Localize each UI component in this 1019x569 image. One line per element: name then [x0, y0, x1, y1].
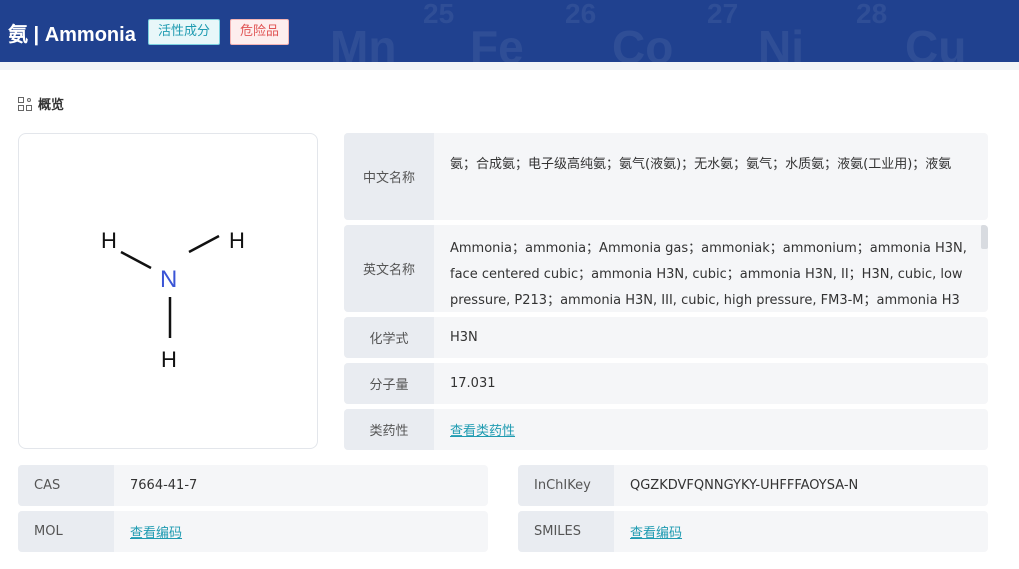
property-row-molecular-weight: 分子量 17.031 — [344, 363, 988, 404]
tag-hazardous[interactable]: 危险品 — [230, 19, 290, 45]
property-value: H3N — [450, 330, 478, 345]
view-druglikeness-link[interactable]: 查看类药性 — [450, 420, 515, 439]
property-label: 分子量 — [344, 363, 434, 404]
bg-element-number: 26 — [565, 0, 597, 29]
bg-element-symbol: Cu — [905, 21, 967, 62]
atom-label: H — [229, 228, 245, 253]
property-value: 17.031 — [450, 376, 496, 391]
property-label: 化学式 — [344, 317, 434, 358]
section-title: 概览 — [18, 94, 64, 113]
overview-card: 概览 H H N H 中文名称 氨；合成氨；电子级高纯氨；氨气(液氨)；无水氨；… — [0, 70, 1019, 569]
identifier-label: MOL — [18, 511, 114, 552]
atom-label: N — [160, 266, 177, 293]
identifier-row-smiles: SMILES 查看编码 — [518, 511, 988, 552]
identifier-label: SMILES — [518, 511, 614, 552]
molecule-structure: H H N H — [18, 133, 318, 449]
view-mol-link[interactable]: 查看编码 — [130, 522, 182, 541]
bg-element-symbol: Mn — [330, 21, 397, 62]
atom-label: H — [161, 347, 177, 372]
inchikey-value: QGZKDVFQNNGYKY-UHFFFAOYSA-N — [630, 478, 859, 493]
property-row-formula: 化学式 H3N — [344, 317, 988, 358]
bg-element-number: 27 — [707, 0, 739, 29]
property-label: 中文名称 — [344, 133, 434, 220]
property-label: 英文名称 — [344, 225, 434, 312]
property-row-english-name: 英文名称 Ammonia；ammonia；Ammonia gas；ammonia… — [344, 225, 988, 312]
view-smiles-link[interactable]: 查看编码 — [630, 522, 682, 541]
atom-label: H — [101, 228, 117, 253]
scrollbar[interactable] — [981, 225, 988, 249]
ammonia-structure-diagram: H H N H — [101, 228, 245, 372]
property-value: Ammonia；ammonia；Ammonia gas；ammoniak；amm… — [450, 241, 967, 308]
bg-element-symbol: Co — [612, 21, 674, 62]
page-header: 25 Mn 26 Fe 27 Co 28 Ni Cu 氨 | Ammonia 活… — [0, 0, 1019, 62]
identifier-row-mol: MOL 查看编码 — [18, 511, 488, 552]
identifier-row-inchikey: InChIKey QGZKDVFQNNGYKY-UHFFFAOYSA-N — [518, 465, 988, 506]
identifier-row-cas: CAS 7664-41-7 — [18, 465, 488, 506]
identifier-label: CAS — [18, 465, 114, 506]
bg-element-number: 25 — [423, 0, 455, 29]
cas-value: 7664-41-7 — [130, 478, 198, 493]
property-label: 类药性 — [344, 409, 434, 450]
bg-element-symbol: Fe — [470, 21, 524, 62]
property-row-druglikeness: 类药性 查看类药性 — [344, 409, 988, 450]
property-row-chinese-name: 中文名称 氨；合成氨；电子级高纯氨；氨气(液氨)；无水氨；氨气；水质氨；液氨(工… — [344, 133, 988, 220]
bg-element-symbol: Ni — [758, 21, 804, 62]
grid-icon — [18, 96, 32, 111]
section-title-label: 概览 — [38, 98, 65, 113]
tag-active-ingredient[interactable]: 活性成分 — [148, 19, 221, 45]
bg-element-number: 28 — [856, 0, 888, 29]
page-title: 氨 | Ammonia — [8, 24, 136, 46]
property-value: 氨；合成氨；电子级高纯氨；氨气(液氨)；无水氨；氨气；水质氨；液氨(工业用)；液… — [450, 157, 952, 172]
identifier-label: InChIKey — [518, 465, 614, 506]
